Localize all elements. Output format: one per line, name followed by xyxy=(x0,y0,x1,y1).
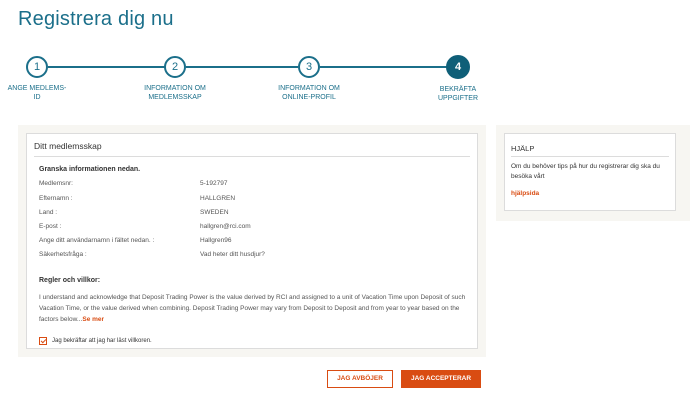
info-value: Hallgren96 xyxy=(200,237,232,244)
step-2-number: 2 xyxy=(164,56,186,78)
membership-panel: Ditt medlemsskap Granska informationen n… xyxy=(18,125,486,357)
step-2: 2 INFORMATION OM MEDLEMSSKAP xyxy=(115,54,235,102)
step-1-label: ANGE MEDLEMS- ID xyxy=(7,85,67,101)
step-1: 1 ANGE MEDLEMS- ID xyxy=(0,54,97,102)
step-4: 4 BEKRÄFTA UPPGIFTER xyxy=(398,54,518,103)
step-3: 3 INFORMATION OM ONLINE-PROFIL xyxy=(249,54,369,102)
review-heading: Granska informationen nedan. xyxy=(39,166,141,173)
confirm-checkbox[interactable] xyxy=(39,337,47,345)
info-label: Ange ditt användarnamn i fältet nedan. : xyxy=(39,237,155,244)
accept-button[interactable]: JAG ACCEPTERAR xyxy=(401,370,481,388)
membership-title: Ditt medlemsskap xyxy=(34,141,102,151)
confirm-terms[interactable]: Jag bekräftar att jag har läst villkoren… xyxy=(39,337,152,345)
info-value: hallgren@rci.com xyxy=(200,223,251,230)
info-label: Medlemsnr: xyxy=(39,180,73,187)
divider xyxy=(34,156,470,157)
step-4-number: 4 xyxy=(446,55,470,79)
divider xyxy=(511,156,669,157)
help-panel: HJÄLP Om du behöver tips på hur du regis… xyxy=(496,125,690,221)
membership-card: Ditt medlemsskap Granska informationen n… xyxy=(26,133,478,349)
help-text: Om du behöver tips på hur du registrerar… xyxy=(511,163,660,180)
info-label: Säkerhetsfråga : xyxy=(39,251,87,258)
info-value: 5-192797 xyxy=(200,180,228,187)
see-more-link[interactable]: Se mer xyxy=(82,316,104,323)
terms-text: I understand and acknowledge that Deposi… xyxy=(39,292,469,325)
info-value: Vad heter ditt husdjur? xyxy=(200,251,265,258)
info-label: Land : xyxy=(39,209,58,216)
info-label: E-post : xyxy=(39,223,62,230)
step-3-number: 3 xyxy=(298,56,320,78)
decline-button[interactable]: JAG AVBÖJER xyxy=(327,370,393,388)
help-title: HJÄLP xyxy=(511,144,535,153)
step-2-label: INFORMATION OM MEDLEMSSKAP xyxy=(144,85,206,101)
step-4-label: BEKRÄFTA UPPGIFTER xyxy=(437,86,479,102)
registration-stepper: 1 ANGE MEDLEMS- ID 2 INFORMATION OM MEDL… xyxy=(0,54,690,114)
help-page-link[interactable]: hjälpsida xyxy=(511,190,539,197)
info-value: SWEDEN xyxy=(200,209,229,216)
info-value: HALLGREN xyxy=(200,195,236,202)
info-label: Efternamn : xyxy=(39,195,73,202)
step-1-number: 1 xyxy=(26,56,48,78)
confirm-label: Jag bekräftar att jag har läst villkoren… xyxy=(52,338,152,344)
terms-heading: Regler och villkor: xyxy=(39,277,101,284)
help-card: HJÄLP Om du behöver tips på hur du regis… xyxy=(504,133,676,211)
page-title: Registrera dig nu xyxy=(18,8,174,30)
step-3-label: INFORMATION OM ONLINE-PROFIL xyxy=(278,85,340,101)
